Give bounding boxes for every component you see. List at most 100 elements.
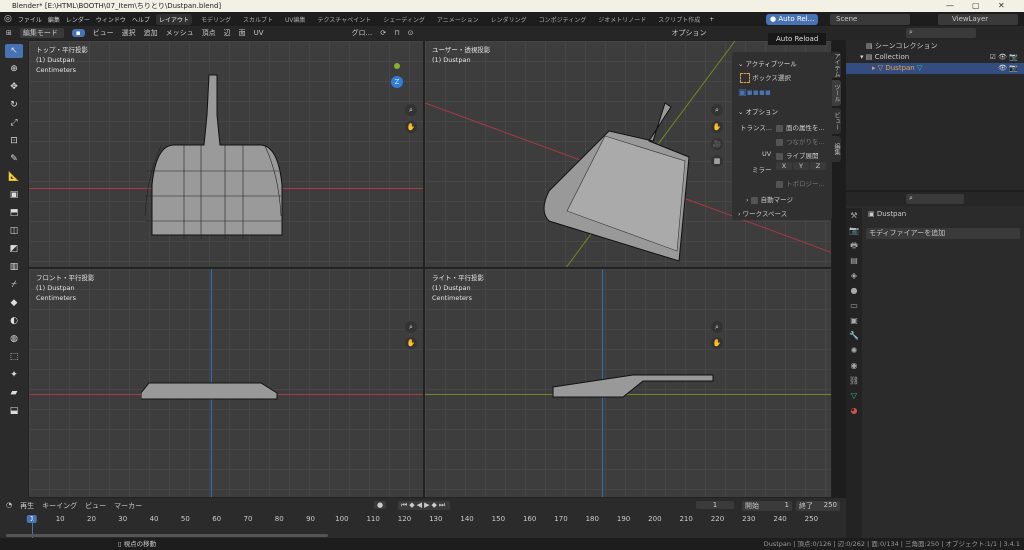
menu-edit[interactable]: 編集: [48, 15, 60, 24]
face-attr-checkbox[interactable]: 面の属性を...: [776, 122, 825, 132]
tab-edit[interactable]: 編集: [832, 136, 841, 162]
menu-keying[interactable]: キーイング: [42, 501, 77, 511]
workspace-header[interactable]: › ワークスペース: [738, 208, 787, 218]
add-cube-tool-icon[interactable]: ▣: [5, 188, 23, 202]
menu-window[interactable]: ウィンドウ: [96, 15, 126, 24]
menu-playback[interactable]: 再生: [20, 501, 34, 511]
mode-selector[interactable]: 編集モード: [19, 28, 64, 38]
object-tab-icon[interactable]: ▣: [846, 313, 862, 328]
tab-animation[interactable]: アニメーション: [434, 14, 482, 25]
pan-hand-icon[interactable]: ✋: [405, 121, 417, 133]
collection-tab-icon[interactable]: ▭: [846, 298, 862, 313]
editor-type-icon[interactable]: ⊞: [6, 29, 12, 37]
edge-slide-tool-icon[interactable]: ⬚: [5, 350, 23, 364]
spin-tool-icon[interactable]: ◐: [5, 314, 23, 328]
end-frame-field[interactable]: 終了 250: [796, 501, 840, 511]
knife-tool-icon[interactable]: ⌿: [5, 278, 23, 292]
menu-uv[interactable]: UV: [254, 29, 264, 37]
view-layer-tab-icon[interactable]: ▤: [846, 253, 862, 268]
menu-edge[interactable]: 辺: [224, 28, 231, 38]
start-frame-field[interactable]: 開始 1: [742, 501, 792, 511]
particles-tab-icon[interactable]: ✺: [846, 343, 862, 358]
scene-tab-icon[interactable]: ◈: [846, 268, 862, 283]
properties-search[interactable]: ⌕: [906, 194, 964, 204]
tab-modeling[interactable]: モデリング: [198, 14, 234, 25]
constraints-tab-icon[interactable]: ⛓: [846, 373, 862, 388]
scene-collection-row[interactable]: ▤ シーンコレクション: [846, 41, 1024, 52]
transform-tool-icon[interactable]: ⊡: [5, 134, 23, 148]
rotate-tool-icon[interactable]: ↻: [5, 98, 23, 112]
render-tab-icon[interactable]: 📷: [846, 223, 862, 238]
annotate-tool-icon[interactable]: ✎: [5, 152, 23, 166]
scale-tool-icon[interactable]: ⤢: [5, 116, 23, 130]
physics-tab-icon[interactable]: ◉: [846, 358, 862, 373]
selection-mode-icons[interactable]: ▣▪▪▪▪: [738, 88, 771, 98]
options-header[interactable]: ⌄ オプション: [738, 106, 778, 116]
viewport-front[interactable]: フロント・平行投影 (1) Dustpan Centimeters ⌕ ✋: [28, 268, 424, 498]
shear-tool-icon[interactable]: ▰: [5, 386, 23, 400]
mirror-x-toggle[interactable]: X: [776, 162, 792, 170]
output-tab-icon[interactable]: 🖶: [846, 238, 862, 253]
current-frame-field[interactable]: 1: [696, 501, 734, 509]
snap-icon[interactable]: ⊓: [394, 29, 399, 37]
zoom-icon[interactable]: ⌕: [405, 321, 417, 333]
tab-sculpt[interactable]: スカルプト: [240, 14, 276, 25]
topology-checkbox[interactable]: トポロジー...: [776, 178, 825, 188]
pan-hand-icon[interactable]: ✋: [711, 121, 723, 133]
material-tab-icon[interactable]: ◕: [846, 403, 862, 418]
tab-item[interactable]: アイテム: [832, 52, 841, 78]
tab-layout[interactable]: レイアウト: [155, 13, 192, 25]
view-layer-selector[interactable]: ViewLayer: [938, 14, 1018, 25]
minimize-button[interactable]: —: [946, 0, 954, 12]
dustpan-object-row[interactable]: ▸ ▽ Dustpan ▽ 👁 📷: [846, 63, 1024, 74]
pan-hand-icon[interactable]: ✋: [711, 337, 723, 349]
pan-hand-icon[interactable]: ✋: [405, 337, 417, 349]
auto-merge-header[interactable]: › 自動マージ: [746, 194, 793, 204]
rip-tool-icon[interactable]: ⬓: [5, 404, 23, 418]
viewport-right[interactable]: ライト・平行投影 (1) Dustpan Centimeters ⌕ ✋: [424, 268, 832, 498]
menu-face[interactable]: 面: [239, 28, 246, 38]
tab-tool[interactable]: ツール: [832, 80, 841, 106]
camera-icon[interactable]: 🎥: [711, 138, 723, 150]
tab-compositing[interactable]: コンポジティング: [536, 14, 590, 25]
extrude-tool-icon[interactable]: ⬒: [5, 206, 23, 220]
mirror-z-toggle[interactable]: Z: [810, 162, 826, 170]
maximize-button[interactable]: ▢: [972, 0, 980, 12]
active-tool-header[interactable]: ⌄ アクティブツール: [738, 58, 797, 68]
menu-render[interactable]: レンダー: [66, 15, 90, 24]
tab-view[interactable]: ビュー: [832, 108, 841, 134]
pivot-icon[interactable]: ⟳: [380, 29, 386, 37]
modifier-tab-icon[interactable]: 🔧: [846, 328, 862, 343]
measure-tool-icon[interactable]: 📐: [5, 170, 23, 184]
cursor-tool-icon[interactable]: ⊕: [5, 62, 23, 76]
menu-file[interactable]: ファイル: [18, 15, 42, 24]
connected-checkbox[interactable]: つながりを...: [776, 136, 825, 146]
live-unwrap-checkbox[interactable]: ライブ展開: [776, 150, 819, 160]
playback-controls[interactable]: ⏮◆◀▶◆⏭: [398, 501, 451, 510]
tab-scripting[interactable]: スクリプト作成: [655, 14, 703, 25]
scene-selector[interactable]: Scene: [830, 14, 910, 25]
tab-shading[interactable]: シェーディング: [380, 14, 428, 25]
zoom-icon[interactable]: ⌕: [711, 321, 723, 333]
smooth-tool-icon[interactable]: ◍: [5, 332, 23, 346]
timeline-editor-icon[interactable]: ◔: [6, 501, 12, 511]
move-tool-icon[interactable]: ✥: [5, 80, 23, 94]
menu-view[interactable]: ビュー: [85, 501, 106, 511]
zoom-icon[interactable]: ⌕: [405, 104, 417, 116]
tab-rendering[interactable]: レンダリング: [488, 14, 530, 25]
grid-icon[interactable]: ▦: [711, 155, 723, 167]
add-modifier-dropdown[interactable]: モディファイアーを追加: [866, 228, 1020, 239]
select-tool-icon[interactable]: ↖: [5, 44, 23, 58]
box-select-tool[interactable]: ボックス選択: [740, 72, 791, 83]
menu-vertex[interactable]: 頂点: [202, 28, 216, 38]
data-tab-icon[interactable]: ▽: [846, 388, 862, 403]
shrink-tool-icon[interactable]: ✦: [5, 368, 23, 382]
close-button[interactable]: ✕: [998, 0, 1005, 12]
inset-tool-icon[interactable]: ◫: [5, 224, 23, 238]
poly-build-tool-icon[interactable]: ◆: [5, 296, 23, 310]
menu-view[interactable]: ビュー: [93, 28, 114, 38]
vertex-select-button[interactable]: ▪: [71, 29, 85, 37]
gizmo-y[interactable]: [394, 63, 400, 69]
transform-orientation[interactable]: グロ...: [352, 28, 373, 38]
tab-uv[interactable]: UV編集: [282, 14, 309, 25]
